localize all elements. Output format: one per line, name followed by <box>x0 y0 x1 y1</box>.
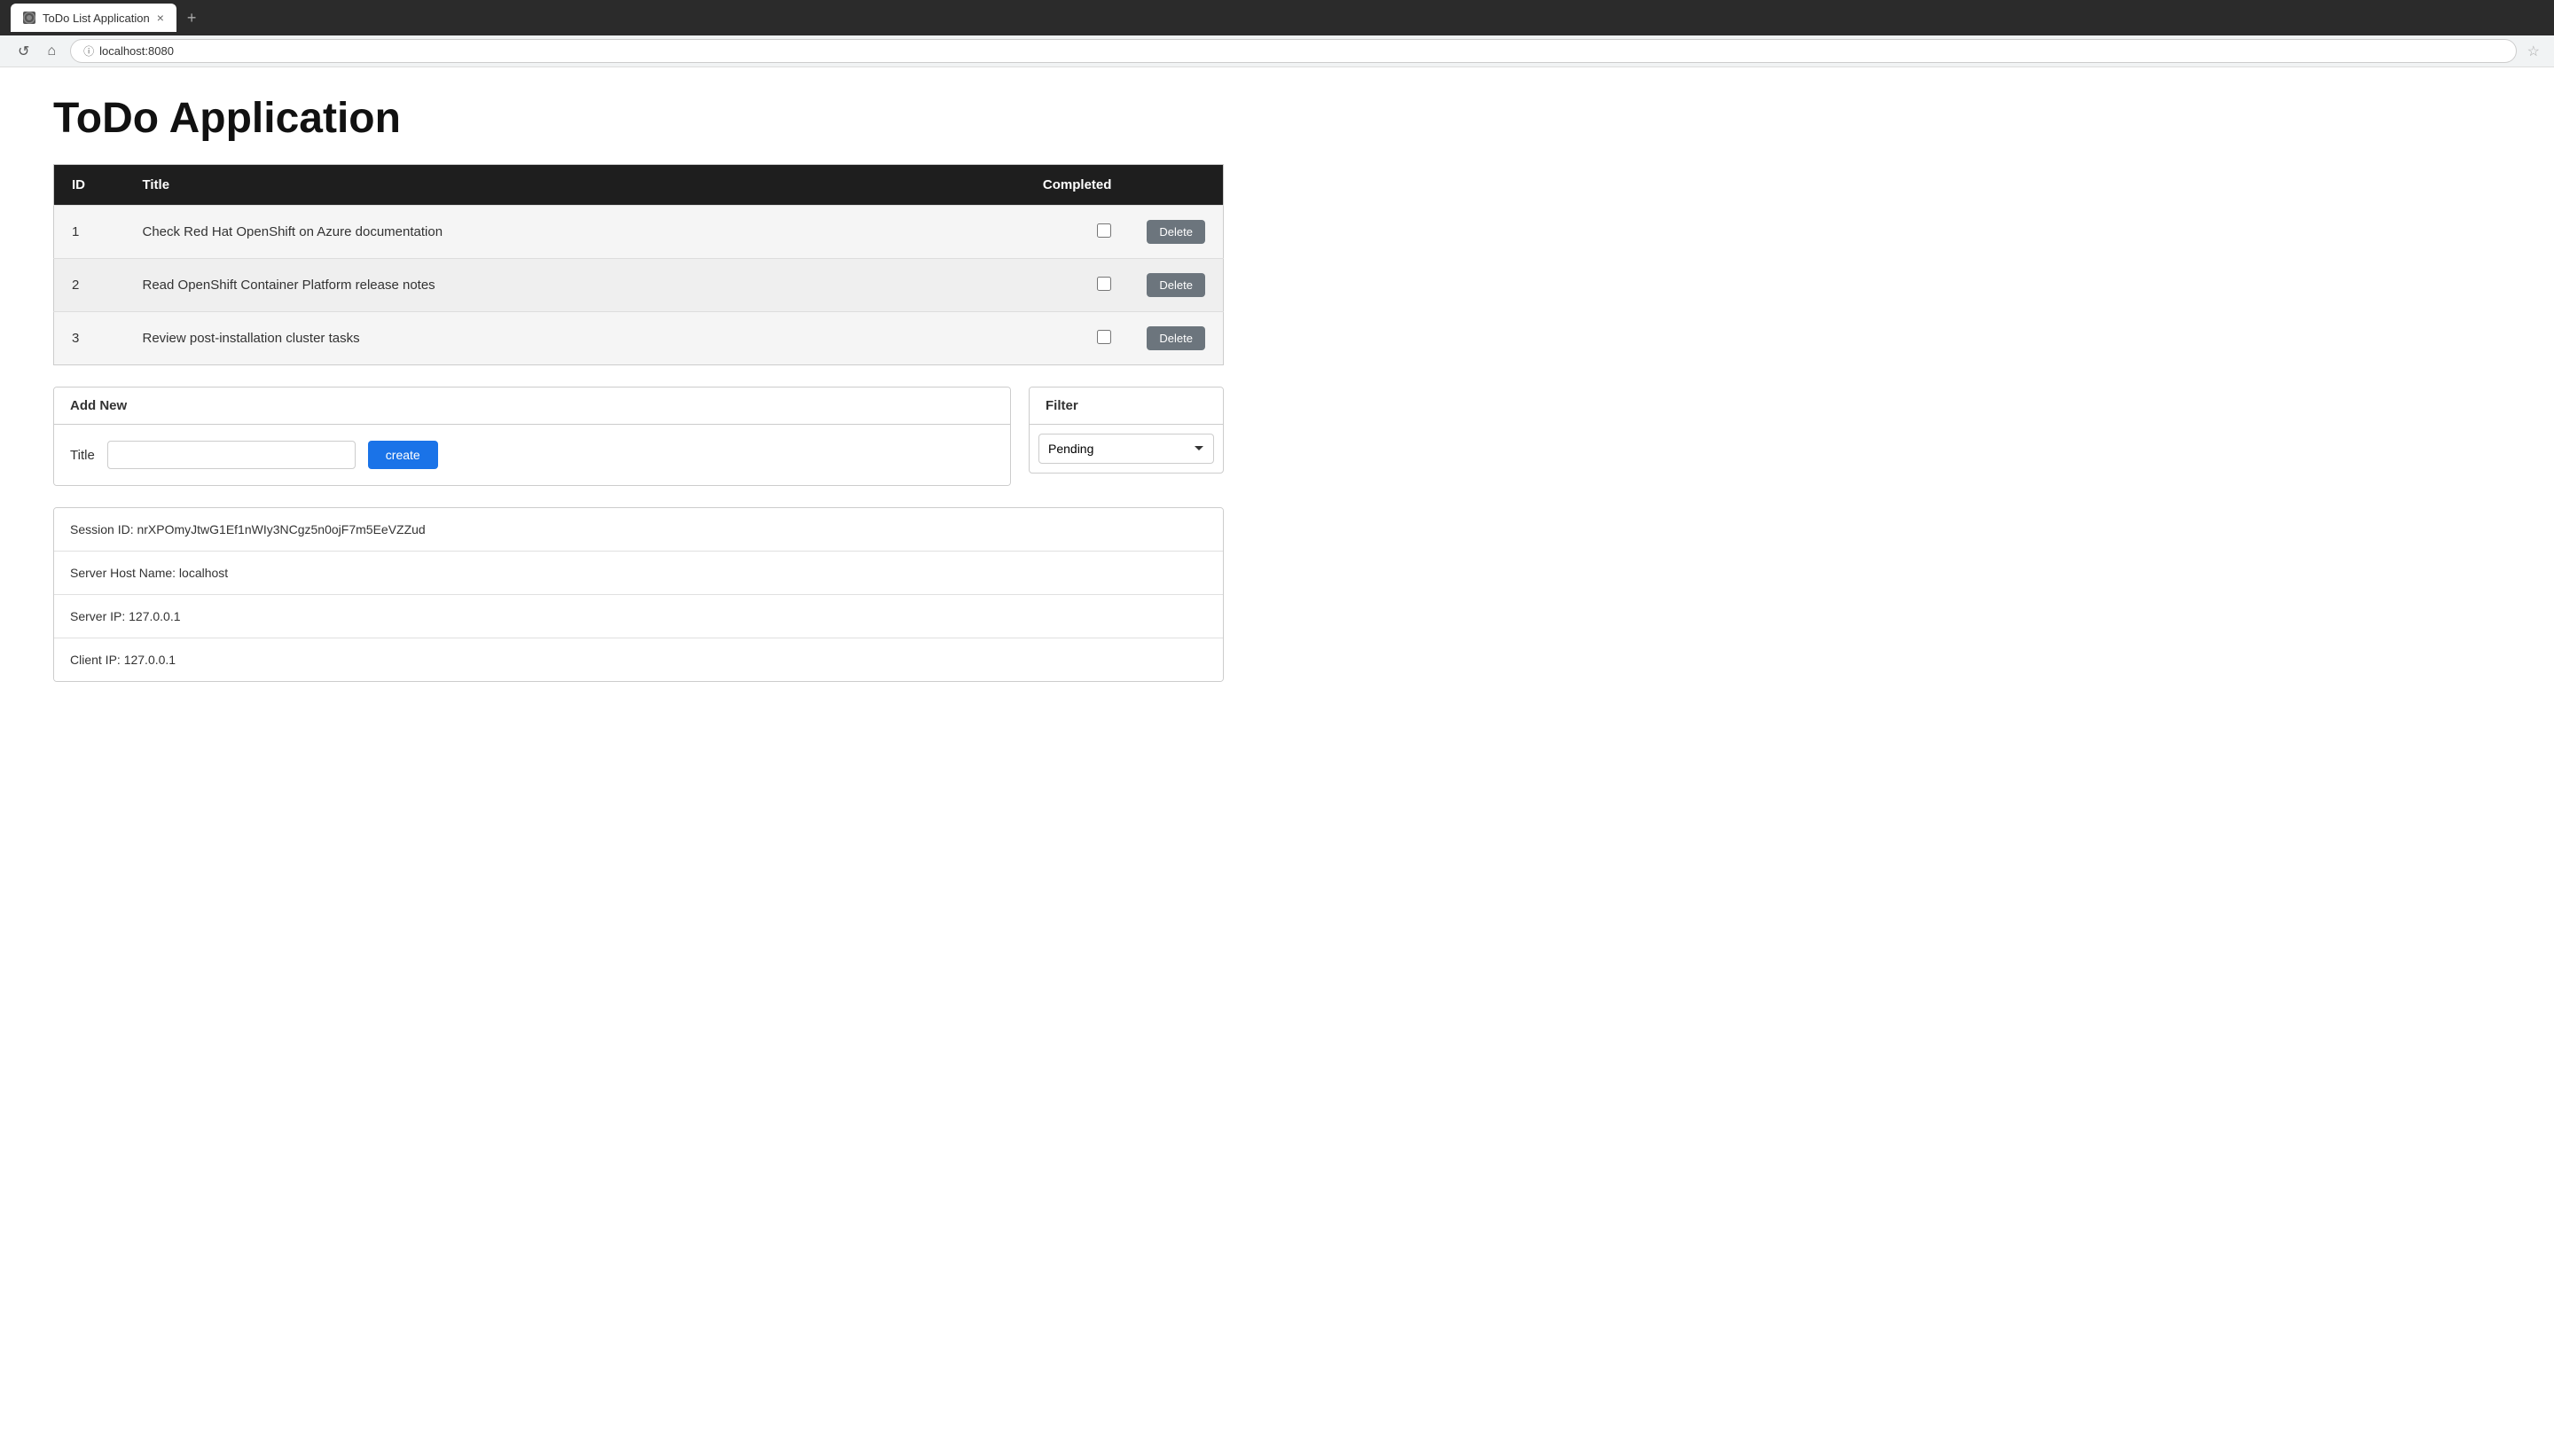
title-label: Title <box>70 448 95 463</box>
page-title: ToDo Application <box>53 94 1224 143</box>
lock-icon: ⓘ <box>83 43 94 59</box>
col-header-completed: Completed <box>1022 165 1129 206</box>
page-content: ToDo Application ID Title Completed 1Che… <box>0 67 1277 717</box>
row-delete-cell: Delete <box>1129 259 1223 312</box>
address-text: localhost:8080 <box>99 44 174 58</box>
row-title: Check Red Hat OpenShift on Azure documen… <box>125 206 1023 259</box>
server-host-row: Server Host Name: localhost <box>54 552 1223 595</box>
tab-title: ToDo List Application <box>43 12 150 25</box>
info-panel: Session ID: nrXPOmyJtwG1Ef1nWIy3NCgz5n0o… <box>53 507 1224 682</box>
row-id: 2 <box>54 259 125 312</box>
table-row: 2Read OpenShift Container Platform relea… <box>54 259 1224 312</box>
completed-checkbox[interactable] <box>1097 223 1111 238</box>
todo-table: ID Title Completed 1Check Red Hat OpenSh… <box>53 164 1224 365</box>
col-header-id: ID <box>54 165 125 206</box>
add-new-header: Add New <box>54 387 1010 425</box>
filter-header: Filter <box>1030 387 1223 425</box>
session-id-row: Session ID: nrXPOmyJtwG1Ef1nWIy3NCgz5n0o… <box>54 508 1223 552</box>
home-button[interactable]: ⌂ <box>43 40 59 63</box>
new-tab-button[interactable]: + <box>187 9 197 27</box>
row-delete-cell: Delete <box>1129 206 1223 259</box>
add-new-panel: Add New Title create <box>53 387 1011 486</box>
tab-close-icon[interactable]: × <box>157 12 164 24</box>
col-header-title: Title <box>125 165 1023 206</box>
title-input[interactable] <box>107 441 356 469</box>
row-title: Read OpenShift Container Platform releas… <box>125 259 1023 312</box>
filter-panel: Filter PendingAllCompleted <box>1029 387 1224 474</box>
browser-tab[interactable]: ToDo List Application × <box>11 4 176 32</box>
bottom-panels: Add New Title create Filter PendingAllCo… <box>53 387 1224 486</box>
table-header: ID Title Completed <box>54 165 1224 206</box>
tab-favicon-icon <box>23 12 35 24</box>
row-id: 1 <box>54 206 125 259</box>
address-bar-container: ↺ ⌂ ⓘ localhost:8080 ☆ <box>0 35 2554 67</box>
client-ip-row: Client IP: 127.0.0.1 <box>54 638 1223 681</box>
table-row: 1Check Red Hat OpenShift on Azure docume… <box>54 206 1224 259</box>
filter-select[interactable]: PendingAllCompleted <box>1038 434 1214 464</box>
delete-button[interactable]: Delete <box>1147 326 1205 350</box>
delete-button[interactable]: Delete <box>1147 220 1205 244</box>
completed-checkbox[interactable] <box>1097 330 1111 344</box>
table-row: 3Review post-installation cluster tasks D… <box>54 312 1224 365</box>
row-title: Review post-installation cluster tasks <box>125 312 1023 365</box>
add-new-body: Title create <box>54 425 1010 485</box>
bookmark-button[interactable]: ☆ <box>2527 43 2540 60</box>
row-id: 3 <box>54 312 125 365</box>
delete-button[interactable]: Delete <box>1147 273 1205 297</box>
create-button[interactable]: create <box>368 441 438 469</box>
back-button[interactable]: ↺ <box>14 39 33 64</box>
row-completed <box>1022 206 1129 259</box>
row-delete-cell: Delete <box>1129 312 1223 365</box>
address-bar[interactable]: ⓘ localhost:8080 <box>70 39 2517 63</box>
row-completed <box>1022 259 1129 312</box>
table-body: 1Check Red Hat OpenShift on Azure docume… <box>54 206 1224 365</box>
completed-checkbox[interactable] <box>1097 277 1111 291</box>
server-ip-row: Server IP: 127.0.0.1 <box>54 595 1223 638</box>
row-completed <box>1022 312 1129 365</box>
browser-chrome: ToDo List Application × + <box>0 0 2554 35</box>
